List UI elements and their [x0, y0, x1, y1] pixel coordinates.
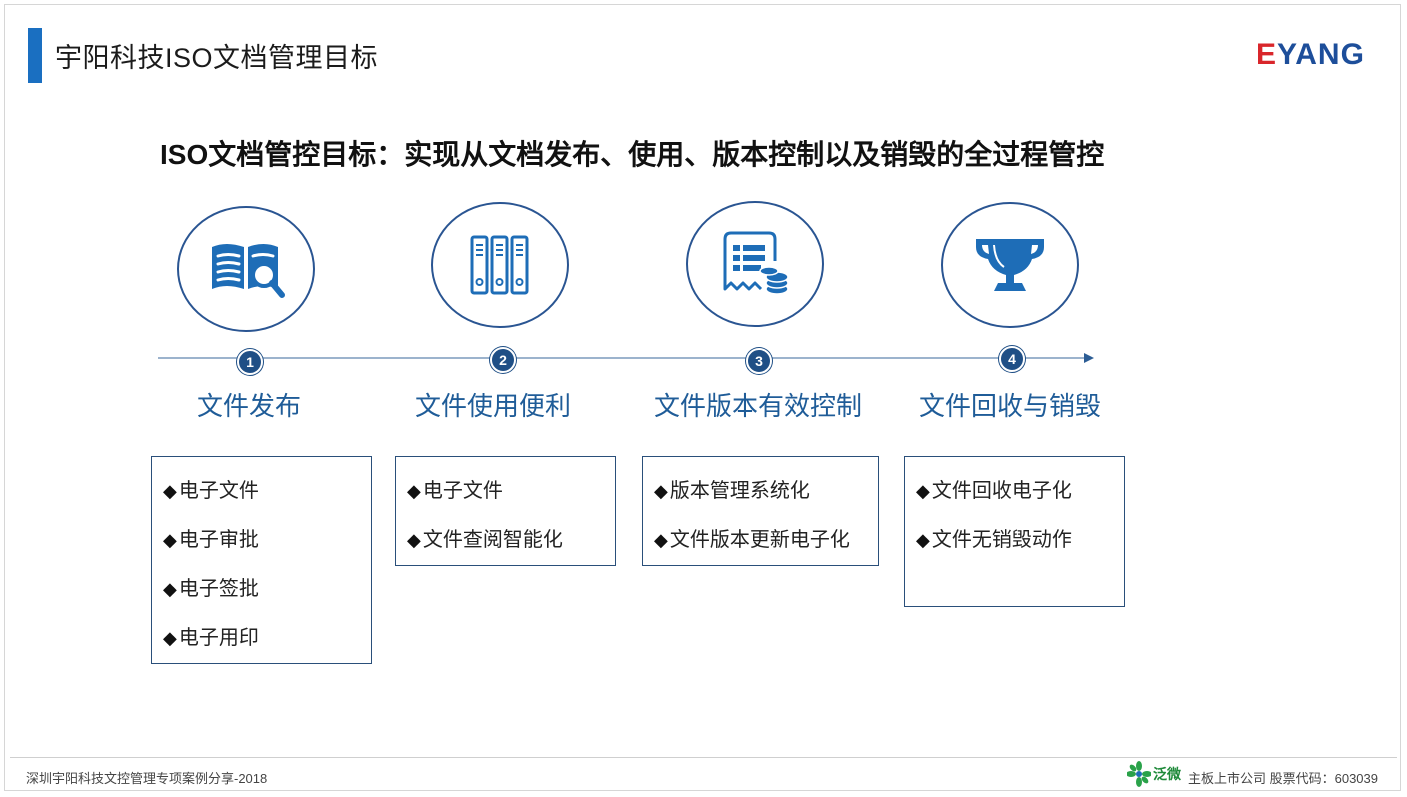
title-accent-bar: [28, 28, 42, 83]
list-item: ◆ 文件无销毁动作: [916, 529, 1072, 551]
list-item: ◆ 文件查阅智能化: [407, 529, 563, 551]
step-1-badge: 1: [237, 349, 263, 375]
step-1-label: 文件发布: [197, 391, 302, 421]
trophy-icon: [976, 239, 1044, 291]
step-2-box: ◆ 电子文件 ◆ 文件查阅智能化: [395, 456, 616, 566]
weaver-logo: 泛微: [1127, 761, 1181, 787]
book-search-icon: [212, 244, 285, 298]
headline: ISO文档管控目标：实现从文档发布、使用、版本控制以及销毁的全过程管控: [160, 139, 1105, 170]
step-4-label: 文件回收与销毁: [919, 391, 1102, 421]
receipt-coins-icon: [723, 231, 789, 295]
footer-caption: 深圳宇阳科技文控管理专项案例分享-2018: [26, 771, 268, 786]
binders-icon: [470, 235, 529, 295]
weaver-logo-icon: [1127, 761, 1151, 787]
timeline-arrow: [1084, 353, 1094, 363]
list-item: ◆ 电子文件: [407, 480, 503, 502]
footer-divider: [10, 757, 1397, 758]
step-1-circle: [177, 206, 315, 332]
list-item: ◆ 电子审批: [163, 529, 259, 551]
step-4-badge: 4: [999, 346, 1025, 372]
step-4-box: ◆ 文件回收电子化 ◆ 文件无销毁动作: [904, 456, 1125, 607]
list-item: ◆ 电子用印: [163, 627, 259, 649]
list-item: ◆ 文件版本更新电子化: [654, 529, 850, 551]
step-2-badge: 2: [490, 347, 516, 373]
step-3-badge: 3: [746, 348, 772, 374]
list-item: ◆ 电子签批: [163, 578, 259, 600]
list-item: ◆ 版本管理系统化: [654, 480, 810, 502]
page-title: 宇阳科技ISO文档管理目标: [55, 43, 379, 73]
footer-stock-info: 主板上市公司 股票代码：603039: [1188, 771, 1378, 786]
step-2-circle: [431, 202, 569, 328]
step-3-circle: [686, 201, 824, 327]
step-3-box: ◆ 版本管理系统化 ◆ 文件版本更新电子化: [642, 456, 879, 566]
list-item: ◆ 文件回收电子化: [916, 480, 1072, 502]
eyang-logo: EYANG: [1256, 38, 1365, 71]
step-2-label: 文件使用便利: [415, 391, 572, 421]
step-3-label: 文件版本有效控制: [654, 391, 863, 421]
list-item: ◆ 电子文件: [163, 480, 259, 502]
step-1-box: ◆ 电子文件 ◆ 电子审批 ◆ 电子签批 ◆ 电子用印: [151, 456, 372, 664]
step-4-circle: [941, 202, 1079, 328]
timeline-line: [158, 357, 1086, 359]
